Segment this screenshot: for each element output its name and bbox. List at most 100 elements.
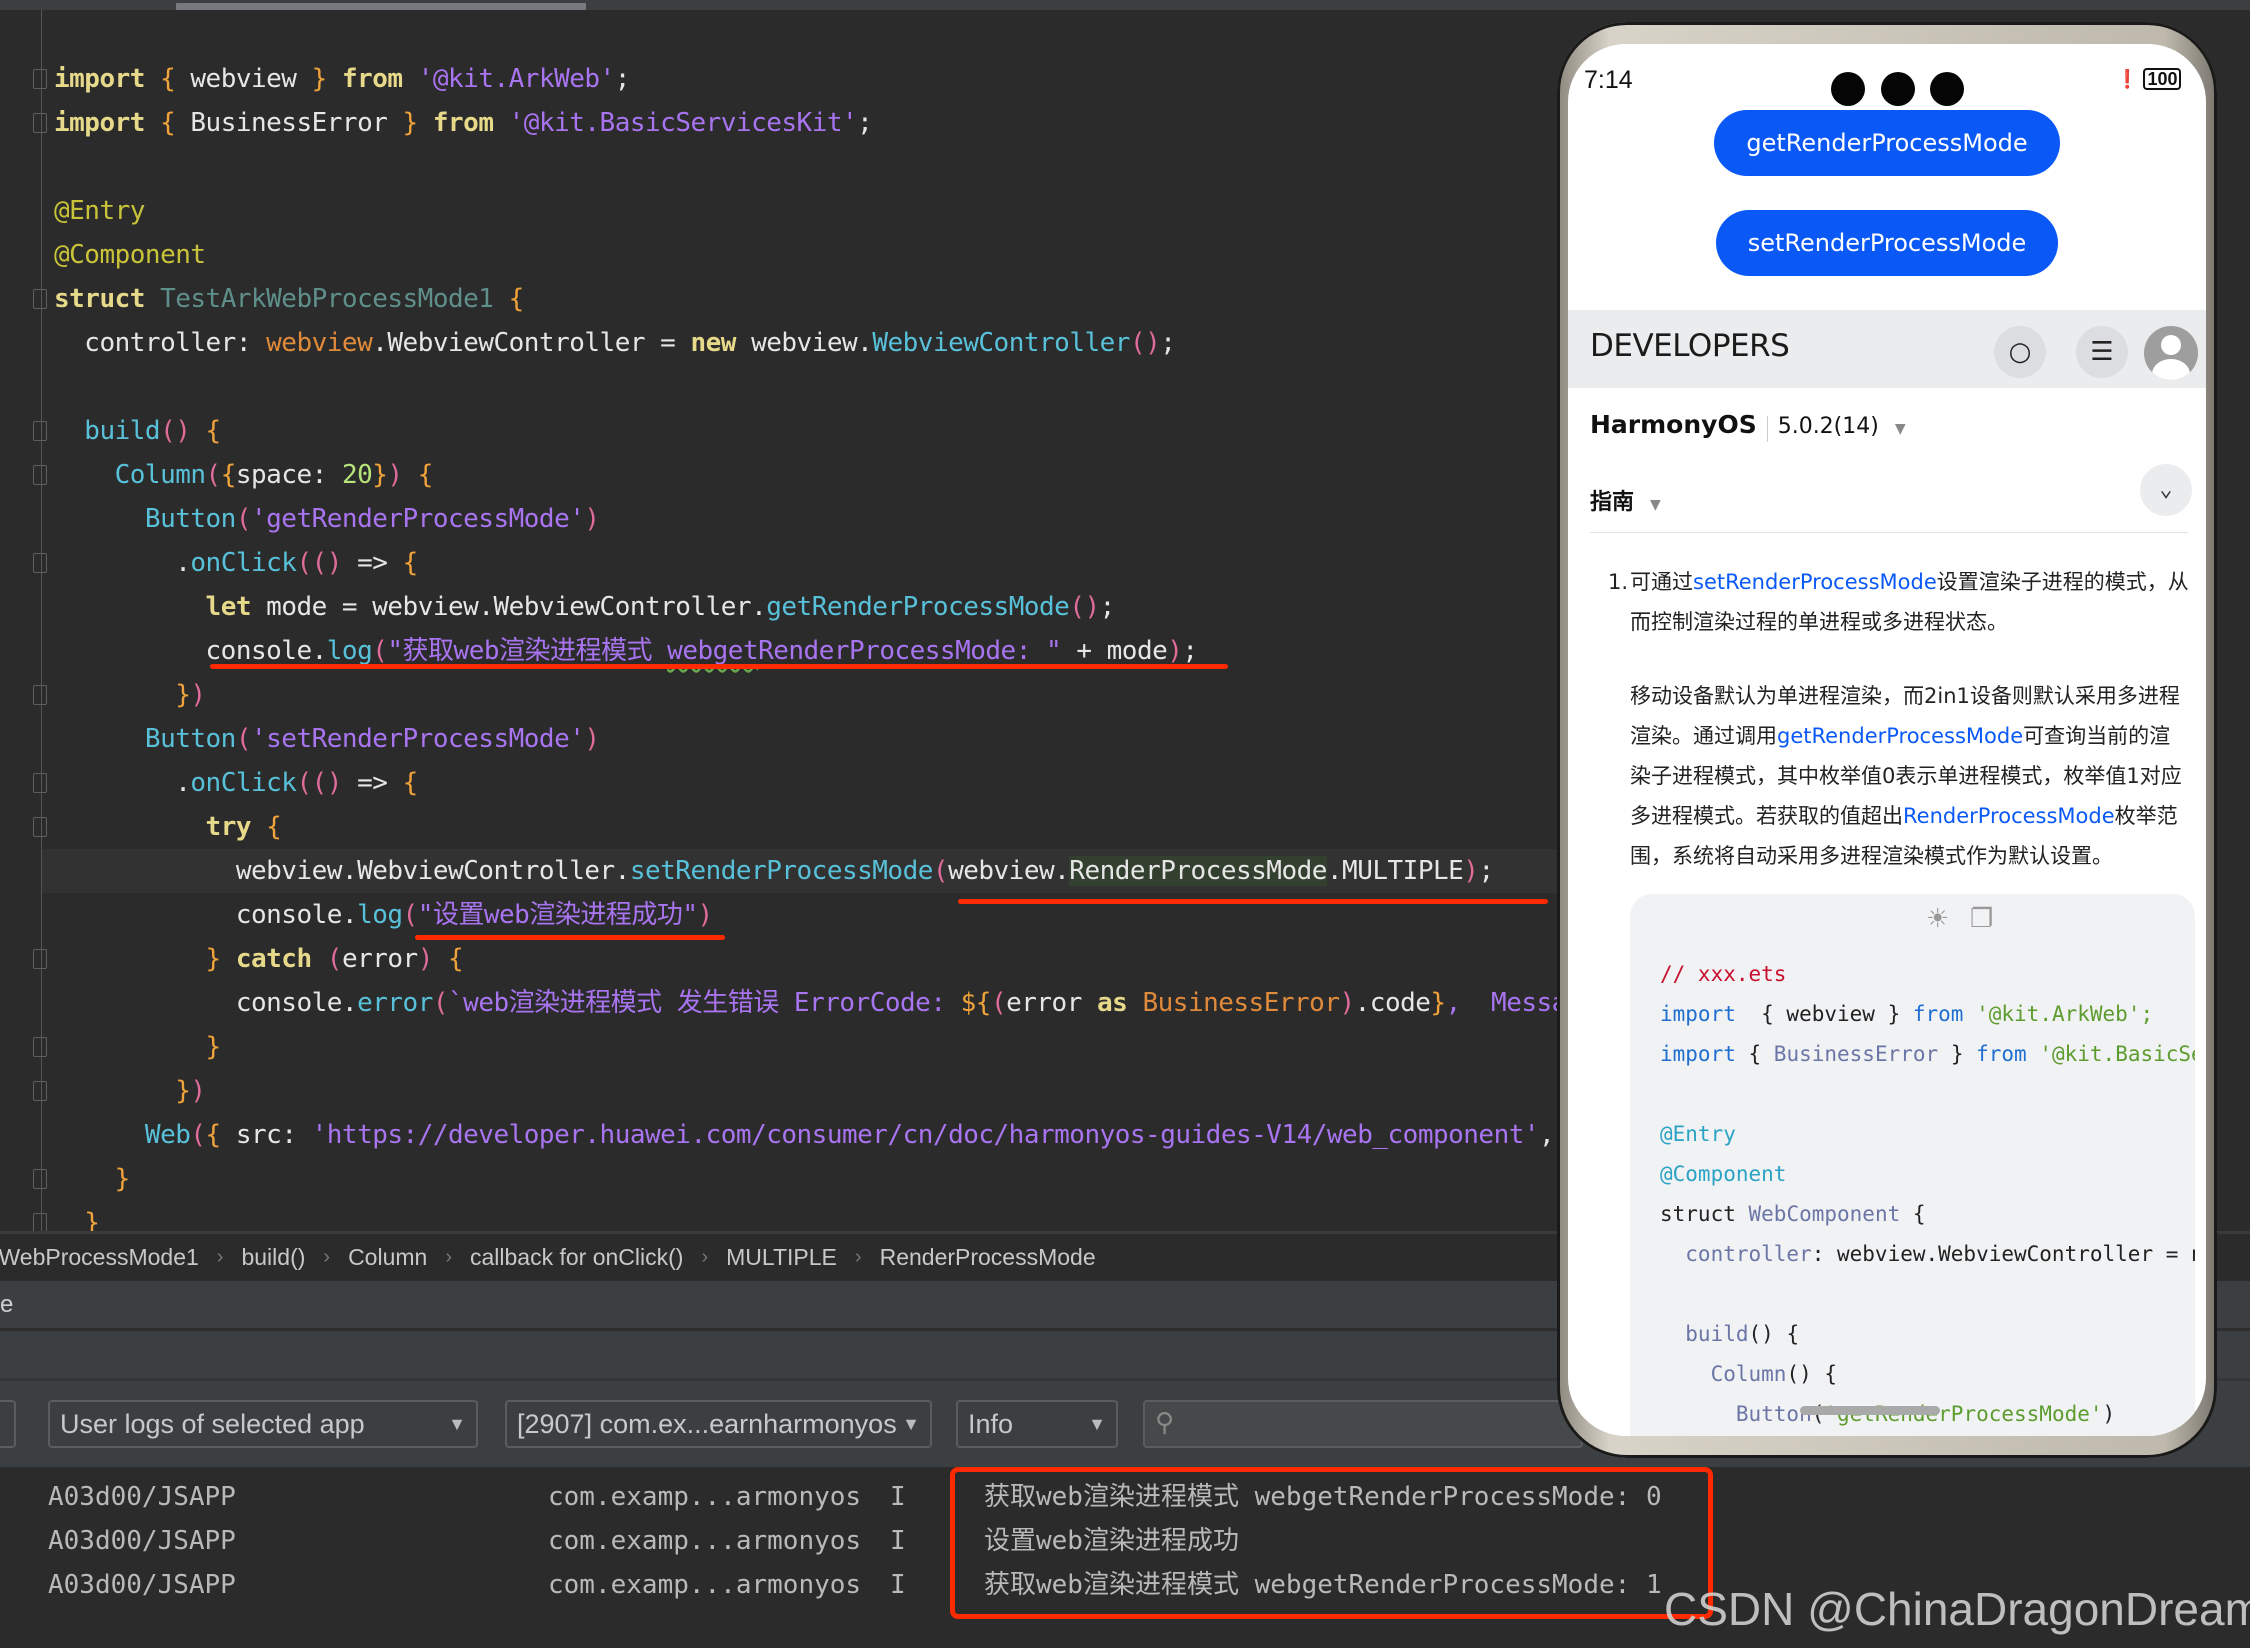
code-line[interactable]: let mode = webview.WebviewController.get… [54, 585, 1116, 629]
chevron-down-icon: ▼ [448, 1414, 466, 1434]
code-line[interactable]: } [54, 1157, 131, 1201]
fold-end-icon[interactable] [33, 1081, 47, 1101]
code-line[interactable]: .onClick(() => { [54, 541, 418, 585]
breadcrumb-item[interactable]: Column [348, 1244, 427, 1271]
code-token: error [357, 988, 433, 1018]
home-indicator[interactable] [1800, 1406, 1940, 1415]
code-line[interactable]: import { webview } from '@kit.ArkWeb'; [54, 57, 630, 101]
code-line[interactable]: .onClick(() => { [54, 761, 418, 805]
theme-toggle-icon[interactable]: ☀ [1926, 904, 1949, 934]
code-line[interactable]: } [54, 1025, 222, 1069]
code-token: RenderProcessMode [1069, 856, 1327, 886]
code-line[interactable]: } catch (error) { [54, 937, 464, 981]
fold-collapse-icon[interactable] [33, 421, 47, 441]
code-line[interactable]: Button('setRenderProcessMode') [54, 717, 600, 761]
guide-selector[interactable]: 指南 ▼ [1590, 484, 1661, 516]
caret-down-icon: ▼ [1894, 421, 1906, 437]
code-token: . [54, 768, 191, 798]
doc-link[interactable]: setRenderProcessMode [1693, 570, 1937, 594]
fold-end-icon[interactable] [33, 685, 47, 705]
fold-collapse-icon[interactable] [33, 817, 47, 837]
fold-end-icon[interactable] [33, 1213, 47, 1233]
fold-collapse-icon[interactable] [33, 465, 47, 485]
log-panel-title: e [0, 1291, 14, 1318]
breadcrumb-item[interactable]: RenderProcessMode [880, 1244, 1096, 1271]
fold-collapse-icon[interactable] [33, 553, 47, 573]
version-selector[interactable]: HarmonyOS 5.0.2(14) ▼ [1590, 410, 1906, 442]
code-line[interactable]: @Component [54, 233, 206, 277]
code-line[interactable]: import { BusinessError } from '@kit.Basi… [54, 101, 873, 145]
copy-icon[interactable]: ❐ [1970, 904, 1993, 934]
code-line[interactable]: struct TestArkWebProcessMode1 { [54, 277, 524, 321]
code-line[interactable]: Button('getRenderProcessMode') [54, 497, 600, 541]
doc-paragraph-2: 移动设备默认为单进程渲染，而2in1设备则默认采用多进程渲染。通过调用getRe… [1630, 676, 2190, 876]
log-tag: A03d00/JSAPP [48, 1570, 236, 1600]
code-token: } [1938, 1042, 1977, 1066]
code-line[interactable]: webview.WebviewController.setRenderProce… [54, 849, 1494, 893]
breadcrumb-item[interactable]: callback for onClick() [470, 1244, 683, 1271]
code-token: .MULTIPLE [1326, 856, 1464, 886]
code-token: import [54, 64, 145, 94]
code-token: BusinessError [1142, 988, 1340, 1018]
log-scope-dropdown[interactable]: User logs of selected app ▼ [48, 1400, 478, 1448]
fold-collapse-icon[interactable] [33, 289, 47, 309]
log-level: I [890, 1570, 906, 1600]
alert-icon: ❗ [2116, 69, 2139, 89]
code-token: .WebviewController = [372, 328, 691, 358]
doc-paragraph-1: 1. 可通过setRenderProcessMode设置渲染子进程的模式，从而控… [1608, 562, 2190, 642]
doc-link[interactable]: getRenderProcessMode [1777, 724, 2023, 748]
code-token: webview. [948, 856, 1070, 886]
code-line[interactable]: }) [54, 673, 206, 717]
chevron-right-icon: › [445, 1246, 452, 1268]
code-token: Button [54, 724, 236, 754]
device-dropdown[interactable]: ▼ [0, 1400, 16, 1448]
code-line[interactable]: build() { [54, 409, 221, 453]
code-token: ( [190, 1120, 206, 1150]
fold-collapse-icon[interactable] [33, 949, 47, 969]
fold-end-icon[interactable] [33, 1169, 47, 1189]
doc-link[interactable]: RenderProcessMode [1903, 804, 2115, 828]
code-token: `web渲染进程模式 发生错误 ErrorCode: [448, 988, 961, 1018]
collapse-button[interactable]: ⌄ [2140, 464, 2192, 516]
process-value: [2907] com.ex...earnharmonyos [517, 1409, 897, 1439]
user-avatar[interactable] [2144, 326, 2198, 380]
code-token: // xxx.ets [1660, 962, 1787, 986]
process-dropdown[interactable]: [2907] com.ex...earnharmonyos ▼ [505, 1400, 932, 1448]
code-line[interactable]: console.log("设置web渲染进程成功") [54, 893, 713, 937]
breadcrumb-item[interactable]: build() [241, 1244, 305, 1271]
log-level-dropdown[interactable]: Info ▼ [956, 1400, 1118, 1448]
get-render-process-mode-button[interactable]: getRenderProcessMode [1714, 110, 2060, 176]
fold-collapse-icon[interactable] [33, 773, 47, 793]
code-token: { [402, 768, 419, 798]
code-token: webview [266, 328, 373, 358]
set-render-process-mode-button[interactable]: setRenderProcessMode [1716, 210, 2058, 276]
horizontal-scrollbar-thumb[interactable] [176, 3, 586, 10]
site-logo[interactable]: DEVELOPERS [1590, 328, 1790, 364]
search-button[interactable]: ○ [1994, 326, 2046, 378]
code-line[interactable]: }) [54, 1069, 206, 1113]
code-line[interactable]: try { [54, 805, 282, 849]
breadcrumb-item[interactable]: ArkWebProcessMode1 [0, 1244, 199, 1271]
code-line[interactable]: controller: webview.WebviewController = … [54, 321, 1176, 365]
fold-collapse-icon[interactable] [33, 69, 47, 89]
breadcrumb-item[interactable]: MULTIPLE [726, 1244, 837, 1271]
menu-button[interactable]: ☰ [2076, 326, 2128, 378]
code-line[interactable]: Column({space: 20}) { [54, 453, 434, 497]
code-token: () [1129, 328, 1161, 358]
code-token: WebviewController [872, 328, 1130, 358]
code-line[interactable]: @Entry [54, 189, 145, 233]
code-token: () [1069, 592, 1100, 622]
code-token: } [372, 460, 388, 490]
fold-end-icon[interactable] [33, 113, 47, 133]
log-search-input[interactable]: ⚲ [1143, 1400, 1583, 1448]
fold-end-icon[interactable] [33, 1037, 47, 1057]
avatar-head-icon [2161, 335, 2181, 355]
code-token: ) [584, 504, 600, 534]
code-token: ) [2102, 1402, 2116, 1426]
code-token: { [417, 460, 434, 490]
code-token: build [1660, 1322, 1749, 1346]
code-token: ) [190, 680, 206, 710]
